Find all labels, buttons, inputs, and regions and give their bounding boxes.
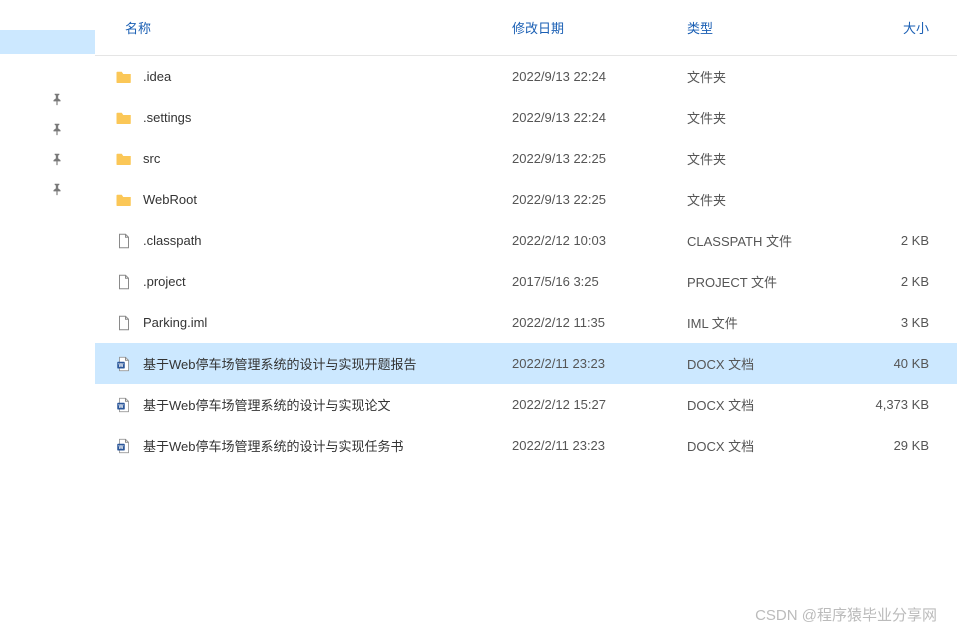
file-type: PROJECT 文件 xyxy=(687,272,842,291)
file-name: Parking.iml xyxy=(143,315,512,330)
file-icon xyxy=(115,273,133,291)
pin-icon xyxy=(50,144,95,174)
file-date: 2017/5/16 3:25 xyxy=(512,274,687,289)
column-header-size[interactable]: 大小 xyxy=(842,18,937,37)
file-type: DOCX 文档 xyxy=(687,436,842,455)
file-type: 文件夹 xyxy=(687,67,842,86)
file-row[interactable]: .project2017/5/16 3:25PROJECT 文件2 KB xyxy=(95,261,957,302)
file-name: WebRoot xyxy=(143,192,512,207)
column-header-name[interactable]: 名称 xyxy=(125,18,512,37)
file-type: 文件夹 xyxy=(687,108,842,127)
folder-icon xyxy=(115,150,133,168)
pin-icon xyxy=(50,174,95,204)
file-row[interactable]: Parking.iml2022/2/12 11:35IML 文件3 KB xyxy=(95,302,957,343)
file-size: 2 KB xyxy=(842,233,937,248)
file-list: .idea2022/9/13 22:24文件夹.settings2022/9/1… xyxy=(95,56,957,466)
file-type: DOCX 文档 xyxy=(687,354,842,373)
file-icon xyxy=(115,232,133,250)
file-name: .idea xyxy=(143,69,512,84)
pin-icon xyxy=(50,114,95,144)
file-date: 2022/2/11 23:23 xyxy=(512,438,687,453)
file-row[interactable]: W 基于Web停车场管理系统的设计与实现任务书2022/2/11 23:23DOC… xyxy=(95,425,957,466)
file-date: 2022/9/13 22:25 xyxy=(512,151,687,166)
file-row[interactable]: .classpath2022/2/12 10:03CLASSPATH 文件2 K… xyxy=(95,220,957,261)
svg-text:W: W xyxy=(119,363,124,369)
file-row[interactable]: src2022/9/13 22:25文件夹 xyxy=(95,138,957,179)
file-name: .project xyxy=(143,274,512,289)
file-type: CLASSPATH 文件 xyxy=(687,231,842,250)
column-header-row: 名称 修改日期 类型 大小 xyxy=(95,0,957,56)
file-icon xyxy=(115,314,133,332)
file-type: DOCX 文档 xyxy=(687,395,842,414)
sidebar xyxy=(0,0,95,637)
sidebar-selected-item[interactable] xyxy=(0,30,95,54)
file-size: 2 KB xyxy=(842,274,937,289)
file-size: 40 KB xyxy=(842,356,937,371)
column-header-type[interactable]: 类型 xyxy=(687,18,842,37)
file-type: 文件夹 xyxy=(687,149,842,168)
file-date: 2022/2/12 11:35 xyxy=(512,315,687,330)
file-size: 29 KB xyxy=(842,438,937,453)
file-date: 2022/2/12 15:27 xyxy=(512,397,687,412)
quick-access-pins xyxy=(0,84,95,204)
file-name: .settings xyxy=(143,110,512,125)
svg-text:W: W xyxy=(119,445,124,451)
file-type: IML 文件 xyxy=(687,313,842,332)
docx-icon: W xyxy=(115,437,133,455)
file-row[interactable]: WebRoot2022/9/13 22:25文件夹 xyxy=(95,179,957,220)
folder-icon xyxy=(115,191,133,209)
folder-icon xyxy=(115,68,133,86)
file-row[interactable]: .idea2022/9/13 22:24文件夹 xyxy=(95,56,957,97)
file-date: 2022/2/12 10:03 xyxy=(512,233,687,248)
column-header-date[interactable]: 修改日期 xyxy=(512,18,687,37)
docx-icon: W xyxy=(115,355,133,373)
file-list-panel: 名称 修改日期 类型 大小 .idea2022/9/13 22:24文件夹.se… xyxy=(95,0,957,637)
file-name: 基于Web停车场管理系统的设计与实现开题报告 xyxy=(143,354,512,373)
file-type: 文件夹 xyxy=(687,190,842,209)
file-name: 基于Web停车场管理系统的设计与实现论文 xyxy=(143,395,512,414)
pin-icon xyxy=(50,84,95,114)
file-date: 2022/9/13 22:24 xyxy=(512,69,687,84)
file-name: .classpath xyxy=(143,233,512,248)
folder-icon xyxy=(115,109,133,127)
svg-text:W: W xyxy=(119,404,124,410)
file-date: 2022/9/13 22:25 xyxy=(512,192,687,207)
file-name: src xyxy=(143,151,512,166)
file-date: 2022/2/11 23:23 xyxy=(512,356,687,371)
file-name: 基于Web停车场管理系统的设计与实现任务书 xyxy=(143,436,512,455)
file-row[interactable]: W 基于Web停车场管理系统的设计与实现开题报告2022/2/11 23:23DO… xyxy=(95,343,957,384)
file-row[interactable]: .settings2022/9/13 22:24文件夹 xyxy=(95,97,957,138)
file-date: 2022/9/13 22:24 xyxy=(512,110,687,125)
file-row[interactable]: W 基于Web停车场管理系统的设计与实现论文2022/2/12 15:27DOCX… xyxy=(95,384,957,425)
file-size: 4,373 KB xyxy=(842,397,937,412)
file-size: 3 KB xyxy=(842,315,937,330)
docx-icon: W xyxy=(115,396,133,414)
